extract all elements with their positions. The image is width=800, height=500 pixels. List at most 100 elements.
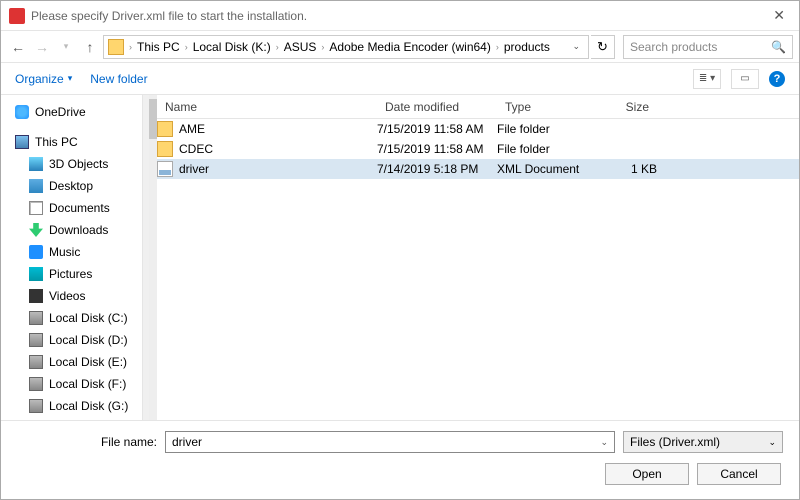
tree-label: OneDrive — [35, 105, 86, 119]
tree-label: This PC — [35, 135, 78, 149]
ico-disk-icon — [29, 399, 43, 413]
tree-item[interactable]: Videos — [1, 285, 142, 307]
file-open-dialog: Please specify Driver.xml file to start … — [0, 0, 800, 500]
preview-pane-button[interactable]: ▭ — [731, 69, 759, 89]
search-input[interactable]: Search products 🔍 — [623, 35, 793, 59]
dialog-footer: File name: driver ⌄ Files (Driver.xml) ⌄… — [1, 420, 799, 499]
breadcrumb[interactable]: Local Disk (K:) — [189, 40, 275, 54]
ico-disk-icon — [29, 377, 43, 391]
filename-value: driver — [172, 435, 202, 449]
tree-label: Music — [49, 245, 80, 259]
nav-bar: ← → ▾ ↑ › This PC › Local Disk (K:) › AS… — [1, 31, 799, 63]
search-placeholder: Search products — [630, 40, 717, 54]
close-button[interactable]: ✕ — [767, 7, 791, 24]
tree-label: Local Disk (F:) — [49, 377, 126, 391]
tree-item[interactable]: Local Disk (G:) — [1, 395, 142, 417]
ico-disk-icon — [29, 333, 43, 347]
file-date: 7/15/2019 11:58 AM — [377, 142, 497, 156]
xml-icon — [157, 161, 173, 177]
file-pane: Name Date modified Type Size AME7/15/201… — [149, 95, 799, 420]
folder-icon — [157, 141, 173, 157]
chevron-down-icon: ▾ — [68, 73, 73, 84]
breadcrumb[interactable]: products — [500, 40, 554, 54]
ico-3d-icon — [29, 157, 43, 171]
tree-item[interactable]: Desktop — [1, 175, 142, 197]
file-type: File folder — [497, 122, 597, 136]
breadcrumb[interactable]: ASUS — [280, 40, 321, 54]
folder-icon — [108, 39, 124, 55]
app-icon — [9, 8, 25, 24]
tree-item[interactable]: Music — [1, 241, 142, 263]
organize-label: Organize — [15, 72, 64, 86]
file-type: File folder — [497, 142, 597, 156]
file-type-filter[interactable]: Files (Driver.xml) ⌄ — [623, 431, 783, 453]
forward-button[interactable]: → — [31, 36, 53, 58]
breadcrumb[interactable]: This PC — [133, 40, 184, 54]
file-size: 1 KB — [597, 162, 657, 176]
tree-thispc[interactable]: This PC — [1, 131, 142, 153]
tree-item[interactable]: Downloads — [1, 219, 142, 241]
file-row[interactable]: AME7/15/2019 11:58 AMFile folder — [157, 119, 799, 139]
filename-label: File name: — [17, 435, 157, 449]
tree-label: Desktop — [49, 179, 93, 193]
ico-pictures-icon — [29, 267, 43, 281]
recent-locations-button[interactable]: ▾ — [55, 36, 77, 58]
tree-label: Local Disk (G:) — [49, 399, 128, 413]
file-date: 7/15/2019 11:58 AM — [377, 122, 497, 136]
content-scrollbar[interactable] — [149, 95, 157, 420]
ico-docs-icon — [29, 201, 43, 215]
tree-label: Local Disk (D:) — [49, 333, 128, 347]
tree-item[interactable]: Local Disk (C:) — [1, 307, 142, 329]
back-button[interactable]: ← — [7, 36, 29, 58]
tree-item[interactable]: 3D Objects — [1, 153, 142, 175]
tree-item[interactable]: Local Disk (E:) — [1, 351, 142, 373]
file-date: 7/14/2019 5:18 PM — [377, 162, 497, 176]
col-type[interactable]: Type — [497, 100, 597, 114]
tree-onedrive[interactable]: OneDrive — [1, 101, 142, 123]
col-name[interactable]: Name — [157, 100, 377, 114]
col-date[interactable]: Date modified — [377, 100, 497, 114]
column-headers: Name Date modified Type Size — [157, 95, 799, 119]
tree-label: 3D Objects — [49, 157, 108, 171]
file-type: XML Document — [497, 162, 597, 176]
file-row[interactable]: CDEC 7/15/2019 11:58 AMFile folder — [157, 139, 799, 159]
address-bar[interactable]: › This PC › Local Disk (K:) › ASUS › Ado… — [103, 35, 589, 59]
tree-item[interactable]: Documents — [1, 197, 142, 219]
file-name: CDEC — [179, 142, 213, 156]
ico-downloads-icon — [29, 223, 43, 237]
folder-icon — [157, 121, 173, 137]
file-name: driver — [179, 162, 209, 176]
tree-label: Local Disk (E:) — [49, 355, 127, 369]
window-title: Please specify Driver.xml file to start … — [31, 9, 307, 23]
open-button[interactable]: Open — [605, 463, 689, 485]
help-button[interactable]: ? — [769, 71, 785, 87]
tree-label: Pictures — [49, 267, 92, 281]
cancel-button[interactable]: Cancel — [697, 463, 781, 485]
organize-menu[interactable]: Organize ▾ — [15, 72, 72, 86]
ico-videos-icon — [29, 289, 43, 303]
file-row[interactable]: driver 7/14/2019 5:18 PMXML Document1 KB — [157, 159, 799, 179]
filename-dropdown-icon[interactable]: ⌄ — [600, 437, 608, 448]
tree-item[interactable]: Local Disk (F:) — [1, 373, 142, 395]
view-options-button[interactable]: ≣ ▾ — [693, 69, 721, 89]
thispc-icon — [15, 135, 29, 149]
up-button[interactable]: ↑ — [79, 36, 101, 58]
filter-label: Files (Driver.xml) — [630, 435, 720, 449]
address-dropdown[interactable]: ⌄ — [568, 41, 584, 52]
refresh-button[interactable]: ↻ — [591, 35, 615, 59]
tree-label: Local Disk (C:) — [49, 311, 128, 325]
ico-desktop-icon — [29, 179, 43, 193]
nav-tree[interactable]: OneDrive This PC 3D Objects Desktop Docume… — [1, 95, 143, 420]
filename-input[interactable]: driver ⌄ — [165, 431, 615, 453]
ico-disk-icon — [29, 355, 43, 369]
tree-item[interactable]: Local Disk (D:) — [1, 329, 142, 351]
new-folder-button[interactable]: New folder — [90, 72, 147, 86]
tree-label: Downloads — [49, 223, 108, 237]
col-size[interactable]: Size — [597, 100, 657, 114]
file-list: Name Date modified Type Size AME7/15/201… — [157, 95, 799, 420]
dialog-body: OneDrive This PC 3D Objects Desktop Docume… — [1, 95, 799, 420]
breadcrumb[interactable]: Adobe Media Encoder (win64) — [325, 40, 494, 54]
tree-item[interactable]: Pictures — [1, 263, 142, 285]
chevron-down-icon: ⌄ — [768, 437, 776, 448]
tree-label: Videos — [49, 289, 85, 303]
